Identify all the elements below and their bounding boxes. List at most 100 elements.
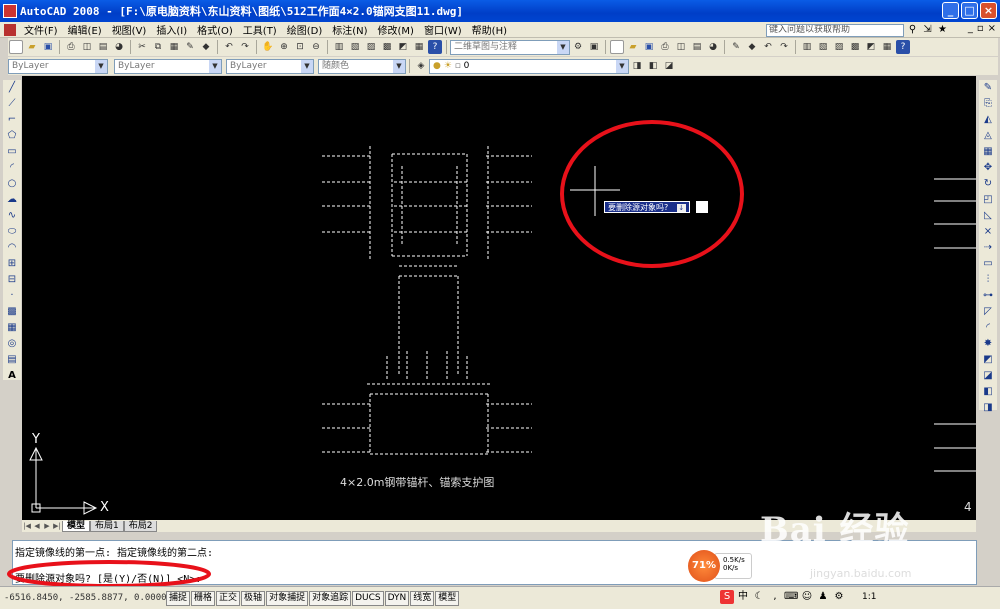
rectangle-icon[interactable]: ▭ — [5, 145, 19, 159]
table-icon[interactable]: ▤ — [5, 353, 19, 367]
workspace-save-icon[interactable]: ▣ — [587, 40, 601, 54]
shirt-icon[interactable]: ♟ — [816, 590, 830, 604]
chinese-mode-icon[interactable]: 中 — [736, 590, 750, 604]
redo-icon-2[interactable]: ↷ — [777, 40, 791, 54]
menu-draw[interactable]: 绘图(D) — [282, 22, 328, 37]
rotate-icon[interactable]: ↻ — [981, 177, 995, 191]
extend-icon[interactable]: ⇢ — [981, 241, 995, 255]
zoom-window-icon[interactable]: ⊡ — [293, 40, 307, 54]
open-file-icon-2[interactable]: ▰ — [626, 40, 640, 54]
workspace-combo[interactable]: 二维草图与注释 ▼ — [450, 39, 570, 55]
polyline-icon[interactable]: ⌐ — [5, 113, 19, 127]
tab-last-icon[interactable]: ▶| — [52, 522, 62, 530]
doc-minimize-button[interactable]: _ — [968, 23, 973, 34]
menu-insert[interactable]: 插入(I) — [151, 22, 192, 37]
menu-file[interactable]: 文件(F) — [19, 22, 63, 37]
erase-icon[interactable]: ✎ — [981, 81, 995, 95]
tab-first-icon[interactable]: |◀ — [22, 522, 32, 530]
tool-palettes-icon[interactable]: ▨ — [364, 40, 378, 54]
explode-icon[interactable]: ✸ — [981, 337, 995, 351]
help-icon-2[interactable]: ? — [896, 40, 910, 54]
save-icon-2[interactable]: ▣ — [642, 40, 656, 54]
calculator-icon-2[interactable]: ▦ — [880, 40, 894, 54]
new-file-icon-2[interactable] — [610, 40, 624, 54]
draworder-under-icon[interactable]: ◨ — [981, 401, 995, 415]
snap-toggle[interactable]: 捕捉 — [166, 590, 191, 606]
tab-model[interactable]: 模型 — [62, 520, 91, 532]
copy-object-icon[interactable]: ⎘ — [981, 97, 995, 111]
menu-tools[interactable]: 工具(T) — [238, 22, 282, 37]
coordinate-readout[interactable]: -6516.8450, -2585.8877, 0.0000 — [0, 593, 166, 603]
match-properties-icon[interactable]: ✎ — [183, 40, 197, 54]
tab-next-icon[interactable]: ▶ — [42, 522, 52, 530]
arrow-down-icon[interactable]: ↓ — [676, 204, 686, 212]
chevron-down-icon[interactable]: ▼ — [616, 59, 628, 73]
properties-icon-2[interactable]: ▥ — [800, 40, 814, 54]
network-speed-widget[interactable]: 0.5K/s 0K/s 71% — [688, 550, 766, 582]
point-icon[interactable]: · — [5, 289, 19, 303]
minimize-button[interactable]: _ — [942, 2, 959, 19]
block-editor-icon-2[interactable]: ◆ — [745, 40, 759, 54]
workspace-settings-icon[interactable]: ⚙ — [571, 40, 585, 54]
polar-toggle[interactable]: 极轴 — [241, 590, 266, 606]
revision-cloud-icon[interactable]: ☁ — [5, 193, 19, 207]
plot-preview-icon-2[interactable]: ◫ — [674, 40, 688, 54]
publish-icon[interactable]: ▤ — [96, 40, 110, 54]
help-icon[interactable]: ? — [428, 40, 442, 54]
maximize-button[interactable]: □ — [961, 2, 978, 19]
doc-close-button[interactable]: × — [988, 23, 996, 34]
moon-icon[interactable]: ☾ — [752, 590, 766, 604]
plotstyle-combo[interactable]: 随颜色 ▼ — [318, 58, 406, 74]
dynamic-input-field[interactable] — [696, 201, 708, 213]
block-editor-icon[interactable]: ◆ — [199, 40, 213, 54]
cut-icon[interactable]: ✂ — [135, 40, 149, 54]
menu-format[interactable]: 格式(O) — [192, 22, 238, 37]
color-combo[interactable]: ByLayer ▼ — [8, 58, 108, 74]
chevron-down-icon[interactable]: ▼ — [557, 40, 569, 54]
gradient-icon[interactable]: ▦ — [5, 321, 19, 335]
lineweight-combo[interactable]: ByLayer ▼ — [226, 58, 314, 74]
menu-dimension[interactable]: 标注(N) — [327, 22, 372, 37]
close-button[interactable]: × — [980, 2, 997, 19]
ellipse-icon[interactable]: ⬭ — [5, 225, 19, 239]
otrack-toggle[interactable]: 对象追踪 — [309, 590, 352, 606]
layer-manager-icon[interactable]: ◈ — [414, 59, 428, 73]
circle-icon[interactable]: ○ — [5, 177, 19, 191]
trim-icon[interactable]: ⨯ — [981, 225, 995, 239]
sheet-set-icon-2[interactable]: ▩ — [848, 40, 862, 54]
design-center-icon[interactable]: ▧ — [348, 40, 362, 54]
document-icon[interactable] — [4, 23, 16, 36]
3d-dwf-icon[interactable]: ◕ — [112, 40, 126, 54]
region-icon[interactable]: ◎ — [5, 337, 19, 351]
keyboard-icon[interactable]: ⌨ — [784, 590, 798, 604]
sogou-ime-icon[interactable]: S — [720, 590, 734, 604]
open-file-icon[interactable]: ▰ — [25, 40, 39, 54]
make-block-icon[interactable]: ⊟ — [5, 273, 19, 287]
menu-edit[interactable]: 编辑(E) — [63, 22, 107, 37]
chevron-down-icon[interactable]: ▼ — [393, 59, 405, 73]
draworder-front-icon[interactable]: ◩ — [981, 353, 995, 367]
plot-icon-2[interactable]: ⎙ — [658, 40, 672, 54]
settings-icon[interactable]: ⚙ — [832, 590, 846, 604]
construction-line-icon[interactable]: ⟋ — [5, 97, 19, 111]
plot-icon[interactable]: ⎙ — [64, 40, 78, 54]
polygon-icon[interactable]: ⬠ — [5, 129, 19, 143]
dyn-toggle[interactable]: DYN — [384, 590, 410, 606]
osnap-toggle[interactable]: 对象捕捉 — [266, 590, 309, 606]
punctuation-icon[interactable]: , — [768, 590, 782, 604]
menu-help[interactable]: 帮助(H) — [467, 22, 512, 37]
favorites-star-icon[interactable]: ★ — [936, 23, 949, 36]
chamfer-icon[interactable]: ◸ — [981, 305, 995, 319]
help-search-input[interactable]: 键入问题以获取帮助 — [766, 24, 904, 37]
tab-layout1[interactable]: 布局1 — [90, 520, 124, 532]
markup-icon-2[interactable]: ◩ — [864, 40, 878, 54]
stretch-icon[interactable]: ◺ — [981, 209, 995, 223]
menu-window[interactable]: 窗口(W) — [419, 22, 467, 37]
doc-restore-button[interactable]: ▫ — [977, 23, 984, 34]
publish-icon-2[interactable]: ▤ — [690, 40, 704, 54]
ellipse-arc-icon[interactable]: ◠ — [5, 241, 19, 255]
plot-preview-icon[interactable]: ◫ — [80, 40, 94, 54]
arc-icon[interactable]: ◜ — [5, 161, 19, 175]
new-file-icon[interactable] — [9, 40, 23, 54]
zoom-realtime-icon[interactable]: ⊕ — [277, 40, 291, 54]
